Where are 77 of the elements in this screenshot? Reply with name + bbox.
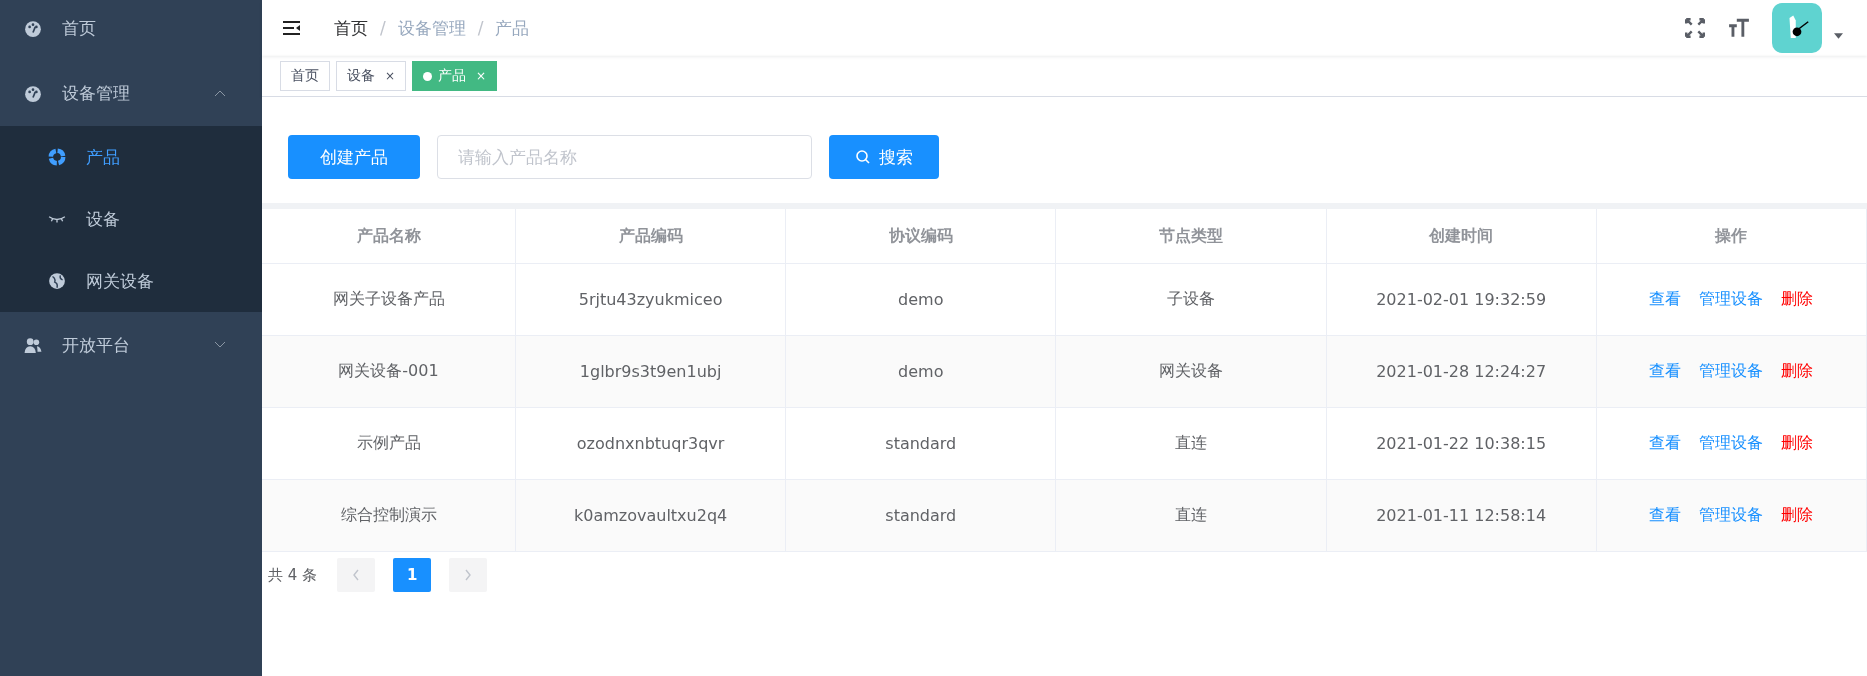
font-size-icon[interactable] (1728, 17, 1750, 39)
table-cell: 综合控制演示 (262, 479, 516, 552)
delete-link[interactable]: 删除 (1781, 433, 1814, 452)
action-link[interactable]: 管理设备 (1699, 433, 1764, 452)
table-cell: 网关设备 (1055, 335, 1327, 408)
table-cell: demo (785, 335, 1056, 408)
breadcrumb-separator: / (477, 18, 484, 38)
table-cell: 1glbr9s3t9en1ubj (515, 335, 786, 408)
tab-label: 首页 (291, 67, 319, 85)
table-cell: demo (785, 263, 1056, 336)
action-link[interactable]: 管理设备 (1699, 361, 1764, 380)
delete-link[interactable]: 删除 (1781, 289, 1814, 308)
dashboard-icon (24, 84, 42, 102)
action-link[interactable]: 查看 (1649, 505, 1682, 524)
tab-label: 产品 (438, 67, 467, 85)
table-cell: 2021-02-01 19:32:59 (1326, 263, 1597, 336)
table-cell: 子设备 (1055, 263, 1327, 336)
table-cell: standard (785, 479, 1056, 552)
chevron-up-icon (214, 89, 226, 97)
chevron-down-icon (214, 341, 226, 349)
users-icon (24, 336, 42, 354)
column-header: 协议编码 (785, 209, 1056, 264)
menu-item[interactable]: 首页 (0, 0, 262, 56)
submenu-item[interactable]: 设备 (0, 188, 262, 250)
close-tab-button[interactable]: × (385, 69, 396, 83)
table-cell: 网关子设备产品 (262, 263, 516, 336)
column-header: 节点类型 (1055, 209, 1327, 264)
menu-fold-icon[interactable] (282, 20, 302, 36)
create-button[interactable]: 创建产品 (288, 135, 420, 179)
breadcrumb-item: 产品 (495, 16, 530, 40)
action-link[interactable]: 查看 (1649, 361, 1682, 380)
breadcrumb-item[interactable]: 首页 (334, 16, 368, 40)
submenu-item[interactable]: 产品 (0, 126, 262, 188)
chevron-left-icon (352, 569, 361, 581)
table-cell: k0amzovaultxu2q4 (515, 479, 786, 552)
submenu-item[interactable]: 网关设备 (0, 250, 262, 312)
menu-group[interactable]: 开放平台 (0, 312, 262, 378)
breadcrumb-item: 设备管理 (397, 16, 466, 40)
column-header: 产品名称 (262, 209, 516, 264)
globe-icon (48, 272, 66, 290)
page-button[interactable]: 1 (393, 558, 432, 592)
tab[interactable]: 首页 (280, 61, 330, 91)
table-cell: 2021-01-28 12:24:27 (1326, 335, 1597, 408)
column-header: 操作 (1596, 209, 1867, 264)
menu-group[interactable]: 设备管理 (0, 60, 262, 126)
dashboard-icon (24, 19, 42, 37)
avatar-icon[interactable] (1772, 3, 1822, 53)
action-link[interactable]: 查看 (1649, 289, 1682, 308)
total-count: 共 4 条 (268, 565, 318, 585)
search-button[interactable]: 搜索 (829, 135, 939, 179)
caret-down-icon[interactable] (1834, 33, 1843, 39)
tab[interactable]: 产品 × (412, 61, 498, 91)
action-link[interactable]: 查看 (1649, 433, 1682, 452)
column-header: 创建时间 (1326, 209, 1597, 264)
table-cell: 直连 (1055, 407, 1327, 480)
table-cell: 5rjtu43zyukmiceo (515, 263, 786, 336)
table-cell: ozodnxnbtuqr3qvr (515, 407, 786, 480)
delete-link[interactable]: 删除 (1781, 361, 1814, 380)
fullscreen-icon[interactable] (1684, 17, 1706, 39)
table-cell: 2021-01-11 12:58:14 (1326, 479, 1597, 552)
table-cell: 网关设备-001 (262, 335, 516, 408)
search-field[interactable]: 请输入产品名称 (437, 135, 812, 179)
tab[interactable]: 设备 × (336, 61, 407, 91)
breadcrumb-separator: / (380, 18, 386, 38)
tab-label: 设备 (347, 67, 375, 85)
action-link[interactable]: 管理设备 (1699, 505, 1764, 524)
ring-icon (48, 148, 66, 166)
table-cell: 2021-01-22 10:38:15 (1326, 407, 1597, 480)
table-cell: 直连 (1055, 479, 1327, 552)
action-link[interactable]: 管理设备 (1699, 289, 1764, 308)
column-header: 产品编码 (515, 209, 786, 264)
close-tab-button[interactable]: × (476, 69, 487, 83)
search-icon (855, 149, 871, 165)
delete-link[interactable]: 删除 (1781, 505, 1814, 524)
table-cell: standard (785, 407, 1056, 480)
chevron-right-icon (464, 569, 473, 581)
table-cell: 示例产品 (262, 407, 516, 480)
